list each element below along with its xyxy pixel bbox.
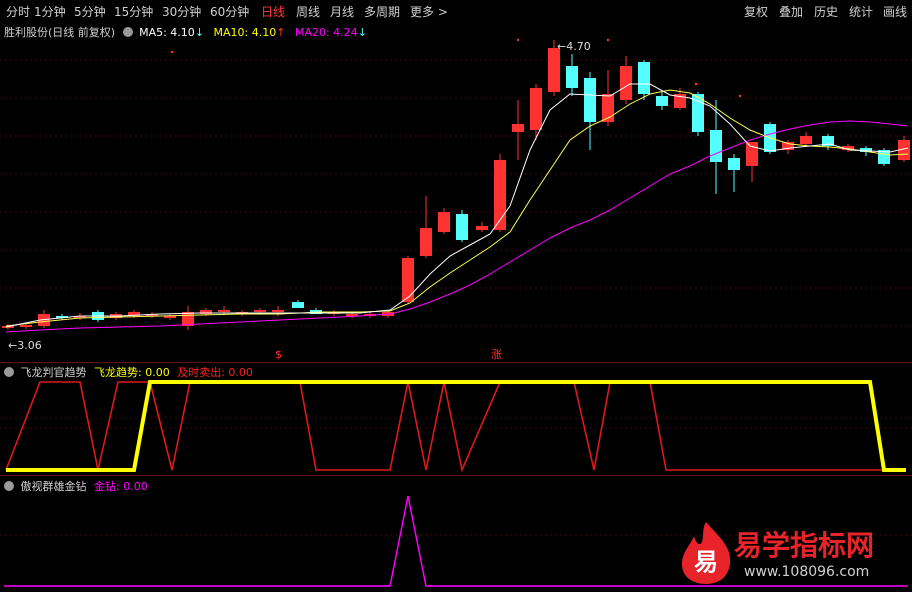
high-price-label: 4.70 xyxy=(566,40,591,53)
trend-value: 飞龙趋势: 0.00 xyxy=(94,366,170,379)
signal-dot xyxy=(738,94,742,98)
candle-body xyxy=(218,310,230,312)
candle-body xyxy=(476,226,488,230)
sell-value: 及时卖出: 0.00 xyxy=(177,366,253,379)
settings-icon[interactable] xyxy=(4,481,14,491)
candle-body xyxy=(456,214,468,240)
trend-line xyxy=(6,380,906,472)
candle-body xyxy=(512,124,524,132)
high-arrow: ← xyxy=(557,40,566,53)
candle-body xyxy=(292,302,304,308)
dollar-marker: $ xyxy=(275,348,282,361)
indicator1-name[interactable]: 飞龙判官趋势 xyxy=(21,366,87,379)
signal-dot xyxy=(606,38,610,42)
indicator1-legend: 飞龙判官趋势 飞龙趋势: 0.00 及时卖出: 0.00 xyxy=(4,364,253,380)
candle-body xyxy=(20,325,32,327)
candle-body xyxy=(530,88,542,130)
candle-body xyxy=(402,258,414,302)
settings-icon[interactable] xyxy=(4,367,14,377)
zhang-marker: 涨 xyxy=(491,348,502,361)
candle-body xyxy=(710,130,722,162)
high-price-marker: ←4.70 xyxy=(557,40,591,53)
candle-body xyxy=(420,228,432,256)
candle-body xyxy=(638,62,650,94)
watermark: 易 易学指标网 www.108096.com xyxy=(676,520,886,586)
candle-body xyxy=(584,78,596,122)
signal-dot xyxy=(516,38,520,42)
candlesticks xyxy=(2,38,910,330)
indicator2-legend: 傲视群雄金钻 金钻: 0.00 xyxy=(4,478,148,494)
candle-body xyxy=(272,310,284,312)
candle-body xyxy=(254,310,266,312)
candle-body xyxy=(656,96,668,106)
diamond-value: 金钻: 0.00 xyxy=(94,480,148,493)
candle-body xyxy=(438,212,450,232)
low-price-label: 3.06 xyxy=(17,339,42,352)
indicator2-name[interactable]: 傲视群雄金钻 xyxy=(21,480,87,493)
low-arrow: ← xyxy=(8,339,17,352)
low-price-marker: ←3.06 xyxy=(8,339,42,352)
indicator1-plot xyxy=(5,380,906,473)
candle-body xyxy=(548,48,560,92)
candle-body xyxy=(746,142,758,166)
candle-body xyxy=(728,158,740,170)
flame-logo-icon: 易 xyxy=(682,522,731,584)
panel-divider-1[interactable] xyxy=(0,362,912,363)
logo-char: 易 xyxy=(694,548,718,576)
watermark-url: www.108096.com xyxy=(744,564,870,580)
candle-body xyxy=(800,136,812,144)
panel-divider-2[interactable] xyxy=(0,475,912,476)
candle-body xyxy=(620,66,632,100)
signal-dot xyxy=(694,82,698,86)
kline-chart[interactable]: ←4.70 ←3.06 $ 涨 xyxy=(0,0,912,592)
signal-dot xyxy=(170,50,174,54)
watermark-title: 易学指标网 xyxy=(734,529,875,562)
candle-body xyxy=(566,66,578,88)
